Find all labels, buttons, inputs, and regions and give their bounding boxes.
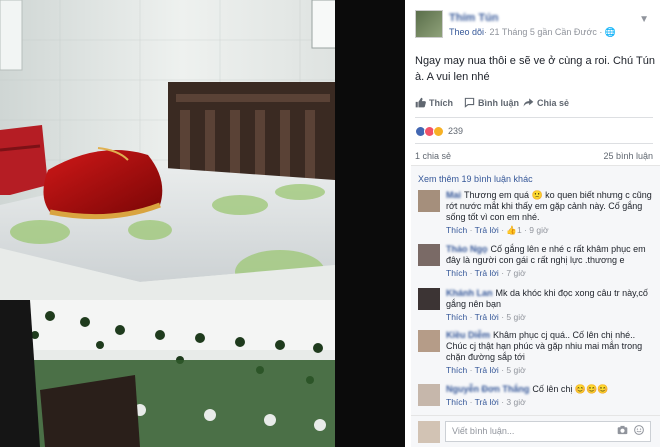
post-date-location[interactable]: · 21 Tháng 5 gần Cần Đước · [484, 27, 605, 37]
reaction-count: 239 [448, 126, 464, 136]
divider [415, 143, 653, 144]
thumbs-up-icon [415, 97, 426, 108]
comment-button[interactable]: Bình luận [464, 97, 519, 108]
comment-like-link[interactable]: Thích [446, 312, 467, 322]
commenter-avatar[interactable] [418, 384, 440, 406]
comment-body: Nguyễn Đơn Thắng Cố lên chị 😊😊😊 Thích · T… [446, 384, 656, 408]
comment-actions: Thích · Trả lời · 3 giờ [446, 397, 526, 407]
comment-time[interactable]: 9 giờ [529, 225, 548, 235]
write-comment-box: Viết bình luận... [411, 415, 660, 447]
commenter-avatar[interactable] [418, 244, 440, 266]
globe-icon: 🌐 [604, 27, 617, 37]
comment-like-link[interactable]: Thích [446, 225, 467, 235]
current-user-avatar [418, 421, 440, 443]
view-more-comments-link[interactable]: Xem thêm 19 bình luận khác [418, 174, 533, 184]
comment-label: Bình luận [478, 97, 519, 108]
follow-link[interactable]: Theo dõi [449, 27, 484, 37]
like-label: Thích [429, 97, 453, 108]
comment-reply-link[interactable]: Trả lời [475, 225, 499, 235]
comments-section: Xem thêm 19 bình luận khác Mai Thương em … [411, 165, 660, 415]
sad-reaction-icon [433, 125, 444, 137]
thumbs-up-icon: 👍 [506, 225, 517, 235]
comment-input-placeholder: Viết bình luận... [452, 426, 515, 436]
comment-reply-link[interactable]: Trả lời [475, 268, 499, 278]
comment-text: Thương em quá 🙁 ko quen biết nhưng c cũn… [446, 190, 652, 222]
comment-reply-link[interactable]: Trả lời [475, 365, 499, 375]
post-meta: Theo dõi· 21 Tháng 5 gần Cần Đước · 🌐 [449, 27, 616, 38]
comment-time[interactable]: 5 giờ [506, 312, 525, 322]
post-text: Ngay may nua thôi e sẽ ve ở cùng a roi. … [415, 55, 655, 83]
author-avatar[interactable] [415, 10, 443, 38]
comment-actions: Thích · Trả lời · 👍1 · 9 giờ [446, 225, 549, 235]
like-button[interactable]: Thích [415, 97, 453, 108]
comment-body: Kiều Diễm Khâm phục cj quá.. Cố lên chị n… [446, 330, 656, 376]
comment-time[interactable]: 3 giờ [506, 397, 525, 407]
divider [415, 117, 653, 118]
commenter-avatar[interactable] [418, 190, 440, 212]
post-photo[interactable] [0, 0, 405, 447]
comment-body: Mai Thương em quá 🙁 ko quen biết nhưng c … [446, 190, 656, 236]
comment-actions: Thích · Trả lời · 5 giờ [446, 312, 526, 322]
comment-time[interactable]: 7 giờ [506, 268, 525, 278]
comment-actions: Thích · Trả lời · 7 giờ [446, 268, 526, 278]
comment-actions: Thích · Trả lời · 5 giờ [446, 365, 526, 375]
post-header: Thím Tún Theo dõi· 21 Tháng 5 gần Cần Đư… [415, 10, 655, 40]
comment-body: Thảo Ngọ Cố gắng lên e nhé c rất khâm phụ… [446, 244, 656, 279]
camera-icon[interactable] [617, 425, 628, 435]
emoji-icon[interactable] [634, 425, 644, 435]
commenter-name[interactable]: Nguyễn Đơn Thắng [446, 384, 529, 394]
commenter-name[interactable]: Mai [446, 190, 461, 200]
commenter-avatar[interactable] [418, 330, 440, 352]
comment-like-link[interactable]: Thích [446, 268, 467, 278]
comment-like-link[interactable]: Thích [446, 365, 467, 375]
post-panel: Thím Tún Theo dõi· 21 Tháng 5 gần Cần Đư… [405, 0, 660, 447]
share-icon [523, 98, 534, 107]
comment-input[interactable]: Viết bình luận... [445, 421, 651, 442]
comment-count[interactable]: 25 bình luận [603, 151, 653, 161]
author-name[interactable]: Thím Tún [449, 12, 499, 24]
comment-icon [464, 97, 475, 108]
reactions-summary[interactable]: 239 [415, 124, 463, 138]
comment-body: Khánh Lan Mk da khóc khi đọc xong câu tr … [446, 288, 656, 323]
commenter-name[interactable]: Kiều Diễm [446, 330, 490, 340]
share-button[interactable]: Chia sẻ [523, 97, 569, 108]
share-count[interactable]: 1 chia sẻ [415, 151, 451, 161]
commenter-avatar[interactable] [418, 288, 440, 310]
comment-input-icons [617, 425, 644, 435]
chevron-down-icon[interactable]: ▼ [639, 14, 649, 25]
shares-row: 1 chia sẻ 25 bình luận [415, 151, 653, 161]
comment-reply-link[interactable]: Trả lời [475, 312, 499, 322]
comment-like-link[interactable]: Thích [446, 397, 467, 407]
comment-text: Cố lên chị 😊😊😊 [532, 384, 609, 394]
comment-like-count: 1 [516, 225, 522, 235]
commenter-name[interactable]: Thảo Ngọ [446, 244, 488, 254]
comment-reply-link[interactable]: Trả lời [475, 397, 499, 407]
post-actions: Thích Bình luận Chia sẻ [415, 97, 655, 111]
share-label: Chia sẻ [537, 97, 570, 108]
comment-time[interactable]: 5 giờ [506, 365, 525, 375]
photo-image [0, 0, 405, 447]
commenter-name[interactable]: Khánh Lan [446, 288, 493, 298]
